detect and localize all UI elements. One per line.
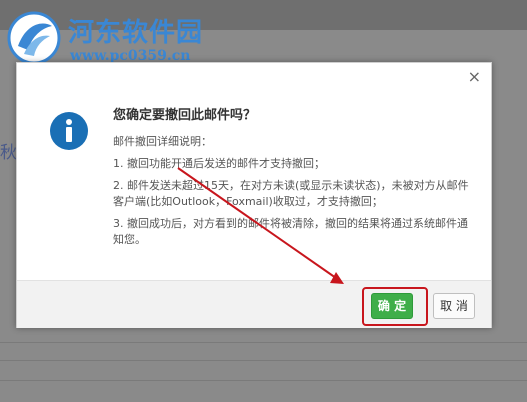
watermark-logo-icon [7,11,61,65]
dialog-footer: 确 定 取 消 [17,280,491,328]
watermark: 河东软件园 www.pc0359.cn [4,6,264,70]
dialog-subtitle: 邮件撤回详细说明： [113,135,212,148]
list-item: 1. 撤回功能开通后发送的邮件才支持撤回； [113,157,325,170]
background-text: 秋 [0,143,17,163]
confirm-button[interactable]: 确 定 [371,293,413,319]
list-item: 2. 邮件发送未超过15天，在对方未读(或显示未读状态)，未被对方从邮件客户端(… [113,179,469,208]
cancel-button[interactable]: 取 消 [433,293,475,319]
divider [0,360,527,361]
info-icon [50,112,88,150]
list-item: 3. 撤回成功后，对方看到的邮件将被清除，撤回的结果将通过系统邮件通知您。 [113,217,468,246]
dialog-question: 您确定要撤回此邮件吗？ [113,108,257,123]
divider [0,342,527,343]
close-icon[interactable]: × [468,67,481,86]
recall-confirm-dialog: × 您确定要撤回此邮件吗？ 邮件撤回详细说明： 1. 撤回功能开通后发送的邮件才… [16,62,492,328]
watermark-title: 河东软件园 [68,18,204,48]
divider [0,380,527,381]
dialog-content: 您确定要撤回此邮件吗？ 邮件撤回详细说明： 1. 撤回功能开通后发送的邮件才支持… [113,108,473,254]
